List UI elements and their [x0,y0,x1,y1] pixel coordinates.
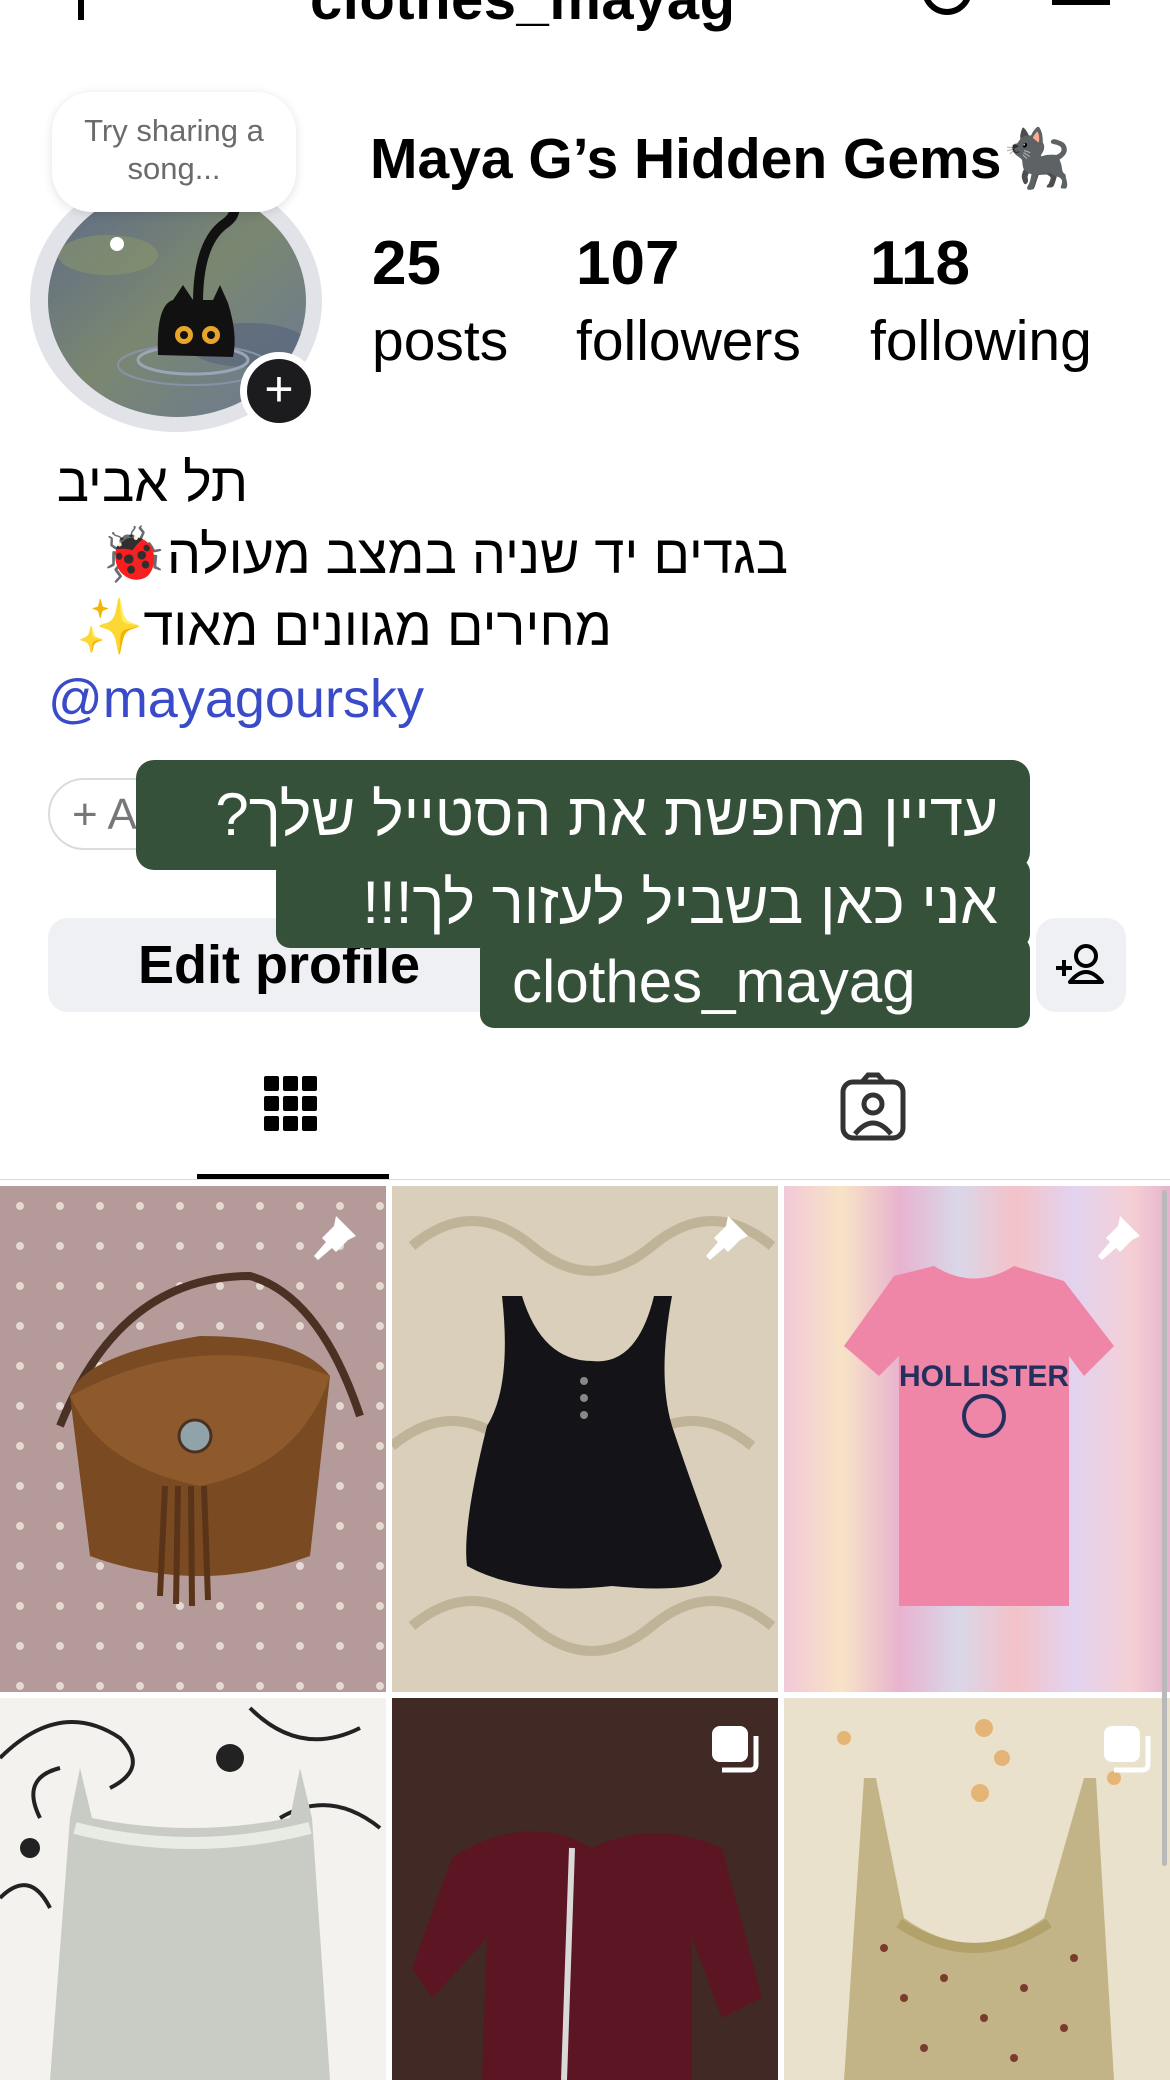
bio-mention-link[interactable]: @mayagoursky [48,668,424,730]
post-thumbnail[interactable] [0,1698,386,2080]
grid-icon [264,1076,317,1131]
note-bubble[interactable]: Try sharing a song... [52,92,296,212]
tab-tagged[interactable] [838,1072,908,1142]
followers-label[interactable]: followers [576,308,801,374]
discover-people-button[interactable] [1036,918,1126,1012]
following-label[interactable]: following [870,308,1092,374]
username-title: clothes_mayag [310,0,736,33]
add-story-button[interactable]: + [240,352,318,430]
tab-grid[interactable] [262,1072,320,1136]
bio-line-2: מחירים מגוונים מאוד✨ [76,597,612,657]
profile-display-name: Maya G’s Hidden Gems🐈‍⬛ [370,127,1073,191]
banner-line-1: עדיין מחפשת את הסטייל שלך? [136,760,1030,870]
post-thumbnail[interactable] [784,1698,1170,2080]
posts-label[interactable]: posts [372,308,508,374]
pin-icon [1098,1216,1140,1260]
plus-icon: + [264,361,294,417]
posts-grid: HOLLISTER [0,1186,1170,2080]
following-count[interactable]: 118 [870,228,970,299]
threads-icon[interactable] [920,0,974,20]
bio-location: תל אביב [56,453,248,513]
banner-line-2: אני כאן בשביל לעזור לך!!! [276,858,1030,948]
post-thumbnail[interactable] [392,1186,778,1692]
tagged-person-icon [840,1072,906,1141]
banner-line-3: clothes_mayag [480,936,1030,1028]
bio-line-1: בגדים יד שניה במצב מעולה🐞 [99,525,788,585]
pin-icon [314,1216,356,1260]
post-thumbnail[interactable]: HOLLISTER [784,1186,1170,1692]
back-icon[interactable] [78,0,84,20]
post-thumbnail[interactable] [392,1698,778,2080]
note-bubble-tail [110,237,124,251]
svg-text:HOLLISTER: HOLLISTER [899,1360,1069,1393]
scrollbar[interactable] [1162,1190,1167,1866]
post-thumbnail[interactable] [0,1186,386,1692]
menu-icon[interactable] [1052,0,1110,23]
multi-photo-icon [712,1726,759,1773]
multi-photo-icon [1104,1726,1151,1773]
pin-icon [706,1216,748,1260]
posts-count[interactable]: 25 [372,228,441,299]
tabs-divider [0,1179,1170,1180]
followers-count[interactable]: 107 [576,228,679,299]
add-person-icon [1056,944,1104,984]
